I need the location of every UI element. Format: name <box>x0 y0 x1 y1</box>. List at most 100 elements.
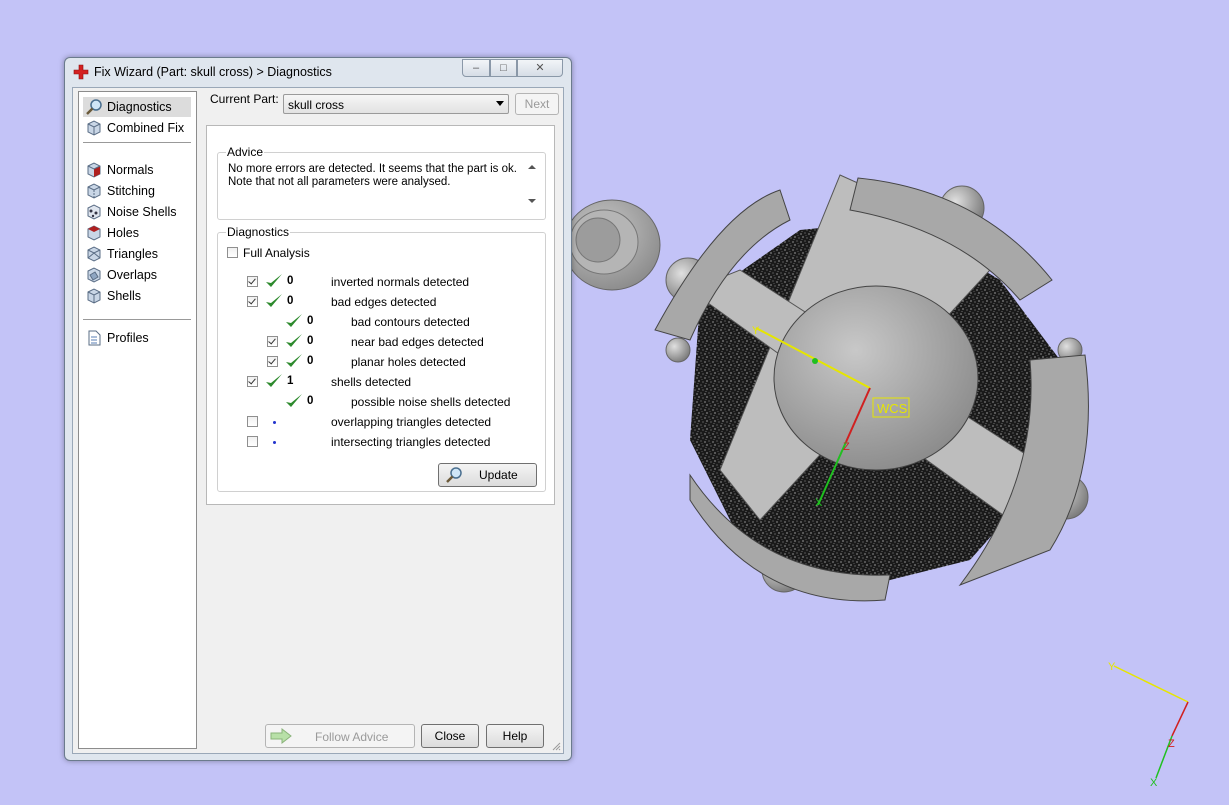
nav-item-label: Overlaps <box>107 268 158 282</box>
nav-item-normals[interactable]: Normals <box>83 160 191 180</box>
full-analysis-label: Full Analysis <box>243 246 310 260</box>
diag-label: bad contours detected <box>351 315 470 329</box>
diag-checkbox-inverted-normals[interactable] <box>247 276 258 287</box>
nav-item-noise-shells[interactable]: Noise Shells <box>83 202 191 222</box>
green-check-icon <box>266 374 282 387</box>
red-cross-icon <box>73 64 89 80</box>
diagnostics-title: Diagnostics <box>226 225 291 239</box>
model-axis-y-label: Y <box>752 325 760 337</box>
nav-item-combined-fix[interactable]: Combined Fix <box>83 118 191 138</box>
close-button[interactable]: Close <box>421 724 479 748</box>
pending-dot-icon <box>273 421 276 424</box>
nav-item-label: Stitching <box>107 184 155 198</box>
advice-title: Advice <box>226 145 265 159</box>
magnifier-icon <box>86 99 102 115</box>
next-button[interactable]: Next <box>515 93 559 115</box>
current-part-value: skull cross <box>288 98 345 112</box>
shells-cube-icon <box>87 288 101 304</box>
green-check-icon <box>286 314 302 327</box>
follow-advice-button[interactable]: Follow Advice <box>265 724 415 748</box>
triad-axis-x-label: X <box>1150 777 1158 789</box>
title-bar[interactable]: Fix Wizard (Part: skull cross) > Diagnos… <box>65 58 571 86</box>
scroll-down-icon[interactable] <box>528 199 536 203</box>
diag-label: planar holes detected <box>351 355 466 369</box>
pending-dot-icon <box>273 441 276 444</box>
cube-icon <box>87 120 101 136</box>
window-title: Fix Wizard (Part: skull cross) > Diagnos… <box>94 65 332 79</box>
current-part-label: Current Part: <box>210 92 279 106</box>
diag-label: overlapping triangles detected <box>331 415 492 429</box>
nav-item-overlaps[interactable]: Overlaps <box>83 265 191 285</box>
green-check-icon <box>266 294 282 307</box>
noise-shells-icon <box>87 204 101 220</box>
nav-item-label: Combined Fix <box>107 121 185 135</box>
diag-label: possible noise shells detected <box>351 395 511 409</box>
nav-item-label: Diagnostics <box>107 100 172 114</box>
close-window-button[interactable]: ✕ <box>517 59 563 77</box>
nav-item-label: Profiles <box>107 331 149 345</box>
diag-count: 1 <box>287 375 294 387</box>
diagnostics-group: Diagnostics Full Analysis 0 inverted nor… <box>217 225 546 492</box>
advice-line-2: Note that not all parameters were analys… <box>228 176 451 188</box>
diag-checkbox-bad-edges[interactable] <box>247 296 258 307</box>
maximize-button[interactable]: □ <box>490 59 517 77</box>
model-axis-x-label: X <box>815 497 823 509</box>
diag-count: 0 <box>287 275 294 287</box>
axis-triad <box>1113 665 1189 779</box>
green-check-icon <box>286 334 302 347</box>
diag-checkbox-near-bad-edges[interactable] <box>267 336 278 347</box>
magnifier-icon <box>446 467 462 483</box>
diag-label: bad edges detected <box>331 295 437 309</box>
nav-item-stitching[interactable]: Stitching <box>83 181 191 201</box>
advice-scrollbar[interactable] <box>525 161 539 207</box>
advice-group: Advice No more errors are detected. It s… <box>217 145 546 220</box>
diag-label: intersecting triangles detected <box>331 435 491 449</box>
help-button[interactable]: Help <box>486 724 544 748</box>
nav-item-triangles[interactable]: Triangles <box>83 244 191 264</box>
wizard-nav: Diagnostics Combined Fix Normals Stitchi… <box>78 91 197 749</box>
update-label: Update <box>479 468 518 482</box>
overlaps-cube-icon <box>87 267 101 283</box>
triad-axis-z-label: Z <box>1168 738 1175 750</box>
diag-count: 0 <box>307 315 314 327</box>
nav-item-label: Noise Shells <box>107 205 177 219</box>
update-button[interactable]: Update <box>438 463 537 487</box>
nav-item-holes[interactable]: Holes <box>83 223 191 243</box>
diag-label: inverted normals detected <box>331 275 470 289</box>
diag-label: shells detected <box>331 375 412 389</box>
scroll-up-icon[interactable] <box>528 165 536 169</box>
wcs-label: WCS <box>877 401 908 416</box>
current-part-select[interactable]: skull cross <box>283 94 509 114</box>
diag-count: 0 <box>287 295 294 307</box>
green-check-icon <box>286 394 302 407</box>
full-analysis-checkbox[interactable] <box>227 247 238 258</box>
model-axis-z-label: Z <box>843 441 850 453</box>
normals-cube-icon <box>87 162 101 178</box>
diag-checkbox-planar-holes[interactable] <box>267 356 278 367</box>
arrow-right-icon <box>270 728 292 744</box>
minimize-button[interactable]: – <box>462 59 490 77</box>
fix-wizard-window: Fix Wizard (Part: skull cross) > Diagnos… <box>64 57 572 761</box>
nav-item-shells[interactable]: Shells <box>83 286 191 306</box>
nav-item-profiles[interactable]: Profiles <box>83 328 191 348</box>
stitching-cube-icon <box>87 183 101 199</box>
follow-advice-label: Follow Advice <box>315 730 389 744</box>
nav-separator <box>83 319 191 320</box>
holes-cube-icon <box>87 225 101 241</box>
diag-checkbox-intersecting-triangles[interactable] <box>247 436 258 447</box>
triad-axis-y-label: Y <box>1108 661 1116 673</box>
dialog-client-area: Diagnostics Combined Fix Normals Stitchi… <box>72 87 564 754</box>
advice-text: No more errors are detected. It seems th… <box>228 163 518 189</box>
diag-label: near bad edges detected <box>351 335 484 349</box>
triangles-cube-icon <box>87 246 101 262</box>
diagnostics-panel: Advice No more errors are detected. It s… <box>206 125 555 505</box>
skull-cross-model[interactable] <box>654 174 1089 602</box>
nav-item-diagnostics[interactable]: Diagnostics <box>83 97 191 117</box>
resize-grip-icon[interactable] <box>551 741 561 751</box>
nav-item-label: Triangles <box>107 247 158 261</box>
nav-item-label: Holes <box>107 226 139 240</box>
diag-checkbox-overlapping-triangles[interactable] <box>247 416 258 427</box>
nav-item-label: Normals <box>107 163 154 177</box>
nav-separator <box>83 142 191 143</box>
diag-checkbox-shells[interactable] <box>247 376 258 387</box>
